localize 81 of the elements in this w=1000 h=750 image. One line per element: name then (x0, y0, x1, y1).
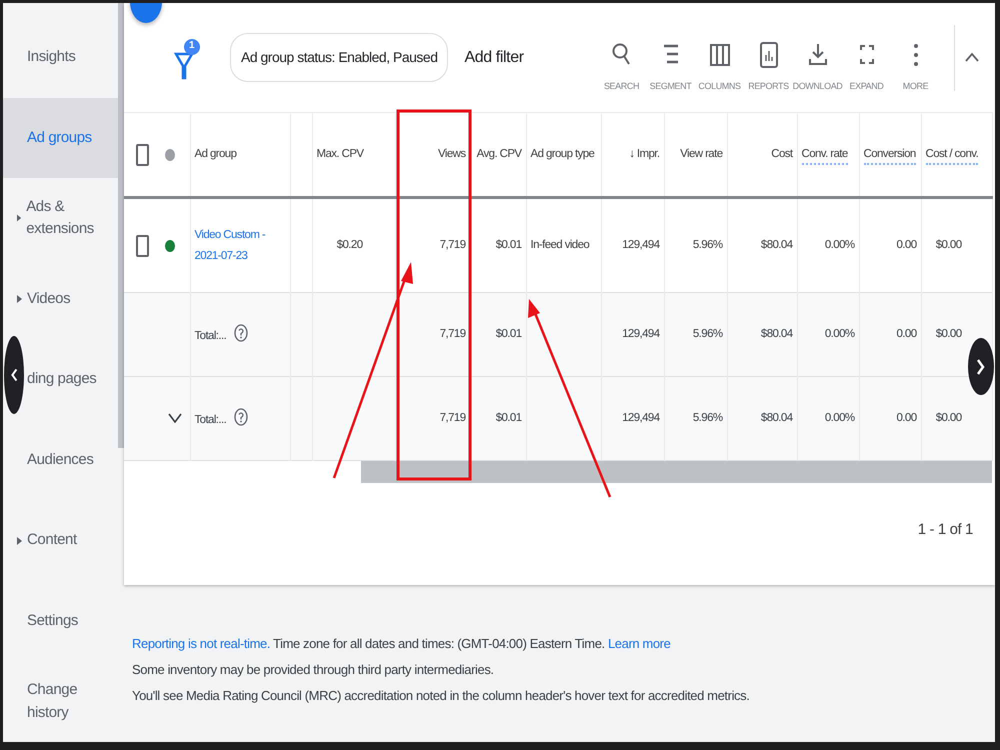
table-cell: $0.01 (496, 412, 522, 424)
table-cell: 129,494 (622, 328, 660, 340)
table-cell: $80.04 (760, 238, 792, 251)
footer-text: Reporting is not real-time. Time zone for all dates and times: (GMT-04:00) Eastern Time. Learn more (132, 635, 672, 653)
table-cell: 129,494 (622, 412, 660, 424)
help-icon[interactable] (234, 408, 248, 426)
table-cell: In-feed video (530, 238, 590, 251)
table-cell: 0.00% (824, 412, 854, 424)
row-checkbox[interactable] (136, 234, 149, 256)
sidebar-item[interactable]: Change history (3, 662, 118, 742)
table-cell: $0.20 (336, 238, 362, 251)
expand-icon (17, 536, 22, 545)
toolbar-button[interactable]: EXPAND (842, 42, 891, 94)
toolbar-button[interactable]: COLUMNS (695, 42, 744, 94)
sidebar-item[interactable]: Content (3, 500, 118, 581)
status-icon (165, 148, 175, 160)
table-cell: $80.04 (760, 328, 792, 340)
table-cell: $0.01 (496, 238, 522, 251)
table-cell: 0.00% (824, 328, 854, 340)
table-cell: 0.00 (896, 328, 916, 340)
column-header[interactable]: Views (438, 148, 466, 160)
table-cell: $0.01 (496, 328, 522, 340)
column-header[interactable]: Cost / conv. (926, 148, 978, 165)
table-cell: $0.00 (936, 238, 962, 251)
footer-text: Some inventory may be provided through third party intermediaries. (132, 661, 495, 679)
sidebar-item[interactable]: Insights (3, 17, 118, 98)
toolbar-button[interactable]: MORE (891, 42, 940, 94)
footer-link[interactable]: Reporting is not real-time. (132, 636, 270, 651)
toolbar-button[interactable]: SEARCH (597, 42, 646, 94)
footer-link[interactable]: Learn more (608, 636, 670, 651)
table-cell: 5.96% (692, 412, 722, 424)
table-cell: 0.00 (896, 412, 916, 424)
table-cell: 7,719 (440, 328, 466, 340)
column-header[interactable]: Max. CPV (316, 148, 364, 160)
sidebar-item[interactable]: Audiences (3, 420, 118, 500)
table-cell: 5.96% (692, 328, 722, 340)
table-cell: $80.04 (760, 412, 792, 424)
toolbar-button[interactable]: DOWNLOAD (793, 42, 842, 94)
scrollbar[interactable] (118, 3, 124, 448)
table-cell: 0.00% (824, 238, 854, 251)
toolbar-button[interactable]: REPORTS (744, 42, 793, 94)
table-cell: 0.00 (896, 238, 916, 251)
filter-count: 1 (189, 38, 195, 52)
column-header[interactable]: Conversion (864, 148, 916, 165)
chevron-up-icon (965, 52, 979, 62)
table-cell: 7,719 (440, 238, 466, 251)
sidebar-item[interactable]: ding pages (3, 339, 118, 420)
sidebar-item[interactable]: Videos (3, 258, 118, 340)
chevron-down-icon (168, 412, 182, 423)
table-cell: 5.96% (692, 238, 722, 251)
table-cell: 129,494 (622, 238, 660, 251)
filter-chip[interactable]: Ad group status: Enabled, Paused (230, 33, 448, 82)
column-header[interactable]: Conv. rate (802, 148, 848, 165)
chevron-left-icon (10, 366, 18, 384)
expand-icon (17, 214, 22, 222)
total-label: Total:... (194, 330, 226, 342)
column-header[interactable]: Avg. CPV (476, 148, 522, 160)
column-header[interactable]: View rate (680, 148, 722, 160)
column-header[interactable]: Ad group (194, 148, 236, 160)
more-icon (912, 42, 918, 68)
column-header[interactable]: Ad group type (530, 148, 594, 160)
column-header[interactable]: Cost (771, 148, 792, 160)
sidebar-item[interactable]: Ads & extensions (3, 178, 118, 259)
help-icon[interactable] (234, 324, 248, 342)
add-filter-link[interactable]: Add filter (464, 46, 524, 70)
table-cell: $0.00 (936, 412, 962, 424)
columns-icon (708, 42, 732, 68)
toolbar-button[interactable]: SEGMENT (646, 42, 695, 94)
sidebar-item[interactable]: Settings (3, 580, 118, 662)
select-all-checkbox[interactable] (136, 144, 149, 166)
sidebar-item[interactable]: Ad groups (3, 98, 118, 178)
footer-text: You'll see Media Rating Council (MRC) accreditation noted in the column header's hover text for accredited metrics. (132, 687, 750, 705)
ad-group-link[interactable]: Video Custom - 2021-07-23 (194, 224, 286, 266)
total-label: Total:... (194, 414, 226, 426)
expand-icon (17, 294, 22, 303)
column-header[interactable]: ↓ Impr. (629, 148, 660, 160)
horizontal-scrollbar[interactable] (361, 461, 992, 483)
table-cell: $0.00 (936, 328, 962, 340)
table-cell: 7,719 (440, 412, 466, 424)
chevron-right-icon (976, 358, 986, 376)
pagination-text: 1 - 1 of 1 (916, 520, 974, 540)
